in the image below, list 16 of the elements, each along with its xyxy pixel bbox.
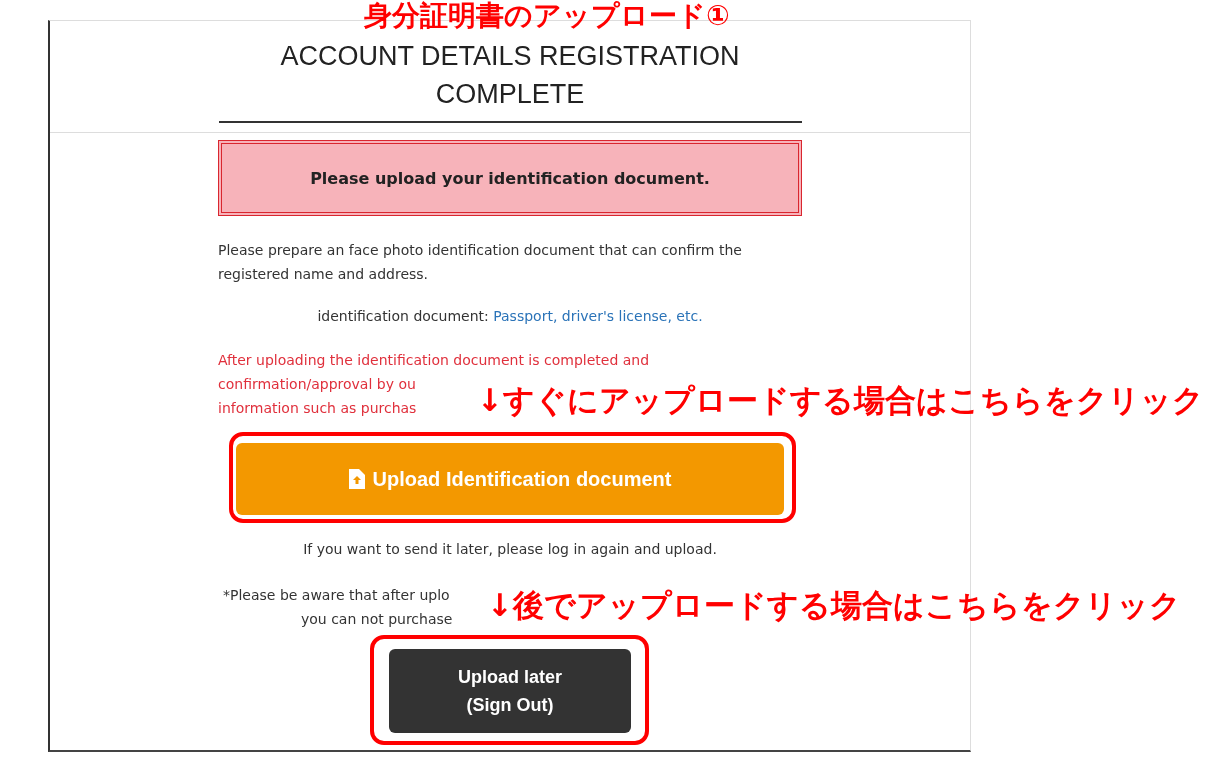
warning-text: confirmation/approval by ou: [218, 375, 416, 394]
file-upload-icon: [348, 469, 365, 489]
aware-text: *Please be aware that after uplo: [223, 586, 450, 605]
alert-banner: Please upload your identification document.: [218, 140, 802, 216]
annotation-title: 身分証明書のアップロード①: [364, 0, 730, 34]
id-types-link[interactable]: Passport, driver's license, etc.: [493, 308, 703, 324]
later-note: If you want to send it later, please log in again and upload.: [302, 540, 718, 559]
sign-out-button[interactable]: Upload later (Sign Out): [389, 649, 631, 733]
annotation-note: ↓すぐにアップロードする場合はこちらをクリック: [477, 382, 1204, 418]
page-title: ACCOUNT DETAILS REGISTRATION COMPLETE: [218, 37, 802, 123]
intro-text: Please prepare an face photo identification document that can confirm the registered name and address.: [218, 241, 743, 284]
warning-text: After uploading the identification document is completed and: [218, 351, 650, 370]
warning-text: information such as purchas: [218, 399, 417, 418]
aware-text: you can not purchase: [301, 610, 453, 629]
annotation-note: ↓後でアップロードする場合はこちらをクリック: [487, 587, 1181, 623]
id-label: identification document:: [317, 308, 489, 324]
